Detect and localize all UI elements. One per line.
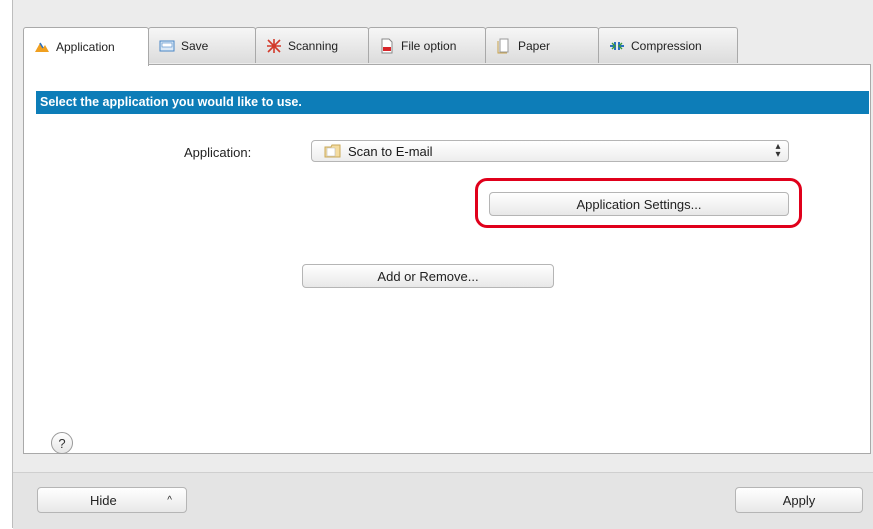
file-option-icon [379, 38, 395, 54]
tab-application[interactable]: Application [23, 27, 149, 66]
application-pane: Select the application you would like to… [23, 64, 871, 454]
paper-icon [496, 38, 512, 54]
up-down-arrows-icon: ▴ ▾ [775, 141, 781, 160]
instruction-banner: Select the application you would like to… [36, 91, 869, 114]
tab-compression[interactable]: Compression [598, 27, 738, 63]
tab-file-option[interactable]: File option [368, 27, 486, 63]
application-select-value: Scan to E-mail [348, 143, 433, 159]
tab-label: Save [181, 38, 209, 53]
application-select[interactable]: Scan to E-mail ▴ ▾ [311, 140, 789, 162]
help-button[interactable]: ? [51, 432, 73, 454]
tab-paper[interactable]: Paper [485, 27, 599, 63]
application-settings-button[interactable]: Application Settings... [489, 192, 789, 216]
application-label: Application: [184, 145, 252, 160]
tab-label: Scanning [288, 38, 339, 53]
save-icon [159, 38, 175, 54]
tab-label: File option [401, 38, 457, 53]
apply-button[interactable]: Apply [735, 487, 863, 513]
hide-button-label: Hide [90, 492, 117, 508]
scan-settings-window: Application Save Scanning File option Pa… [12, 0, 873, 529]
hide-button[interactable]: Hide ^ [37, 487, 187, 513]
tab-scanning[interactable]: Scanning [255, 27, 369, 63]
scanning-icon [266, 38, 282, 54]
tab-save[interactable]: Save [148, 27, 256, 63]
tab-label: Application [56, 40, 115, 54]
application-icon [34, 39, 50, 55]
tab-strip: Application Save Scanning File option Pa… [23, 27, 765, 66]
caret-up-icon: ^ [167, 494, 172, 506]
add-or-remove-button[interactable]: Add or Remove... [302, 264, 554, 288]
tab-label: Compression [631, 38, 702, 53]
tab-label: Paper [518, 38, 551, 53]
compression-icon [609, 38, 625, 54]
folder-icon [324, 143, 342, 159]
bottom-bar: Hide ^ Apply [13, 472, 873, 529]
